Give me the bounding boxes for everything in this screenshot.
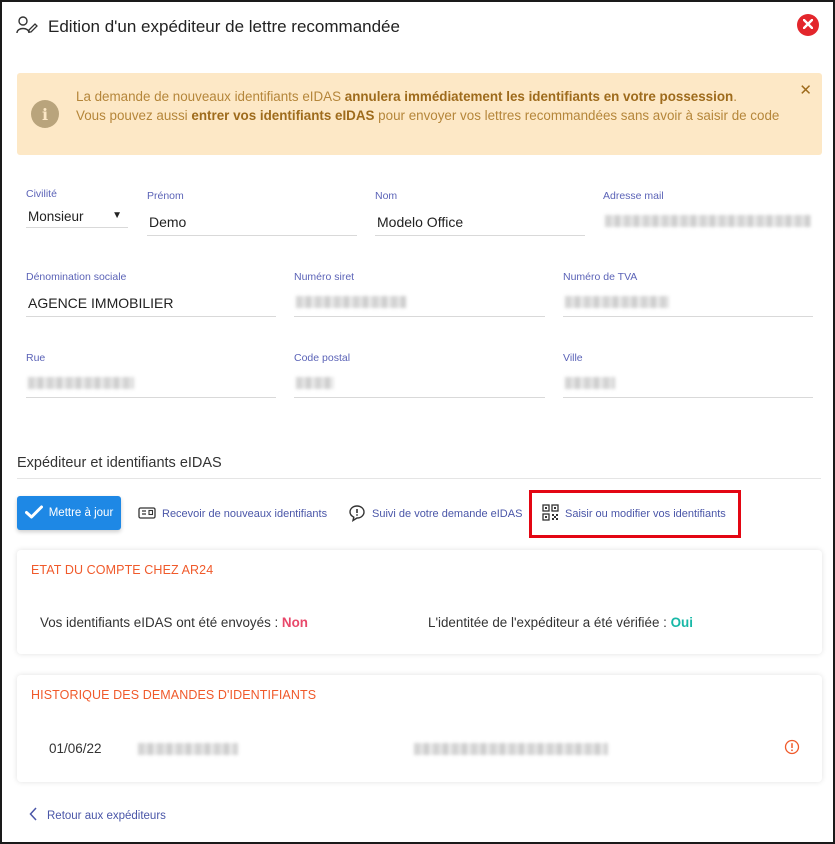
- street-input[interactable]: [26, 376, 276, 398]
- history-card: HISTORIQUE DES DEMANDES D'IDENTIFIANTS 0…: [17, 675, 822, 782]
- section-divider: [17, 478, 821, 479]
- city-input[interactable]: [563, 376, 813, 398]
- info-icon: i: [31, 100, 59, 128]
- mail-card-icon: [138, 506, 156, 523]
- dialog-title: Edition d'un expéditeur de lettre recomm…: [48, 17, 400, 36]
- warning-alert: i La demande de nouveaux identifiants eI…: [17, 73, 822, 155]
- history-title: HISTORIQUE DES DEMANDES D'IDENTIFIANTS: [31, 688, 317, 702]
- city-field[interactable]: Ville: [563, 352, 813, 398]
- receive-identifiers-link[interactable]: Recevoir de nouveaux identifiants: [138, 505, 327, 523]
- vat-field[interactable]: Numéro de TVA: [563, 271, 813, 317]
- blurred-value: [605, 215, 811, 227]
- close-button[interactable]: [797, 14, 819, 36]
- highlight-annotation: [529, 490, 741, 538]
- siret-field[interactable]: Numéro siret: [294, 271, 545, 317]
- eidas-section-title: Expéditeur et identifiants eIDAS: [17, 455, 222, 471]
- blurred-value: [138, 743, 238, 755]
- blurred-value: [565, 296, 669, 308]
- dialog-header: Edition d'un expéditeur de lettre recomm…: [16, 14, 400, 40]
- info-circle-icon[interactable]: [784, 739, 800, 760]
- firstname-field[interactable]: Prénom Demo: [147, 190, 357, 236]
- blurred-value: [28, 377, 134, 389]
- account-state-title: ETAT DU COMPTE CHEZ AR24: [31, 563, 214, 577]
- alert-message: La demande de nouveaux identifiants eIDA…: [76, 89, 780, 123]
- user-edit-icon: [16, 15, 38, 40]
- back-to-senders-link[interactable]: Retour aux expéditeurs: [29, 807, 166, 824]
- caret-down-icon: ▼: [112, 210, 122, 221]
- alert-bubble-icon: [348, 504, 366, 525]
- vat-input[interactable]: [563, 295, 813, 317]
- update-button[interactable]: Mettre à jour: [17, 496, 121, 530]
- sent-value: Non: [281, 615, 308, 630]
- verified-value: Oui: [670, 615, 693, 630]
- firstname-input[interactable]: Demo: [147, 214, 357, 236]
- civility-select[interactable]: Monsieur ▼: [26, 208, 128, 228]
- street-field[interactable]: Rue: [26, 352, 276, 398]
- lastname-field[interactable]: Nom Modelo Office: [375, 190, 585, 236]
- table-row: 01/06/22: [17, 739, 822, 759]
- postal-code-field[interactable]: Code postal: [294, 352, 545, 398]
- identity-verified-status: L'identitée de l'expéditeur a été vérifi…: [428, 615, 693, 630]
- blurred-value: [565, 377, 615, 389]
- blurred-value: [414, 743, 608, 755]
- history-date: 01/06/22: [49, 741, 102, 756]
- identifiers-sent-status: Vos identifiants eIDAS ont été envoyés :…: [40, 615, 308, 630]
- blurred-value: [296, 377, 334, 389]
- blurred-value: [296, 296, 406, 308]
- chevron-left-icon: [29, 807, 37, 824]
- civility-field[interactable]: Civilité Monsieur ▼: [26, 188, 128, 230]
- lastname-input[interactable]: Modelo Office: [375, 214, 585, 236]
- email-input[interactable]: [603, 214, 813, 236]
- email-field[interactable]: Adresse mail: [603, 190, 813, 236]
- close-circle-icon: [802, 16, 814, 34]
- alert-close-icon[interactable]: ✕: [799, 81, 812, 99]
- siret-input[interactable]: [294, 295, 545, 317]
- company-field[interactable]: Dénomination sociale AGENCE IMMOBILIER: [26, 271, 276, 317]
- check-icon: [24, 505, 43, 522]
- company-input[interactable]: AGENCE IMMOBILIER: [26, 295, 276, 317]
- postal-code-input[interactable]: [294, 376, 545, 398]
- account-state-card: ETAT DU COMPTE CHEZ AR24 Vos identifiant…: [17, 550, 822, 654]
- dialog-frame: Edition d'un expéditeur de lettre recomm…: [0, 0, 835, 844]
- follow-request-link[interactable]: Suivi de votre demande eIDAS: [348, 504, 522, 525]
